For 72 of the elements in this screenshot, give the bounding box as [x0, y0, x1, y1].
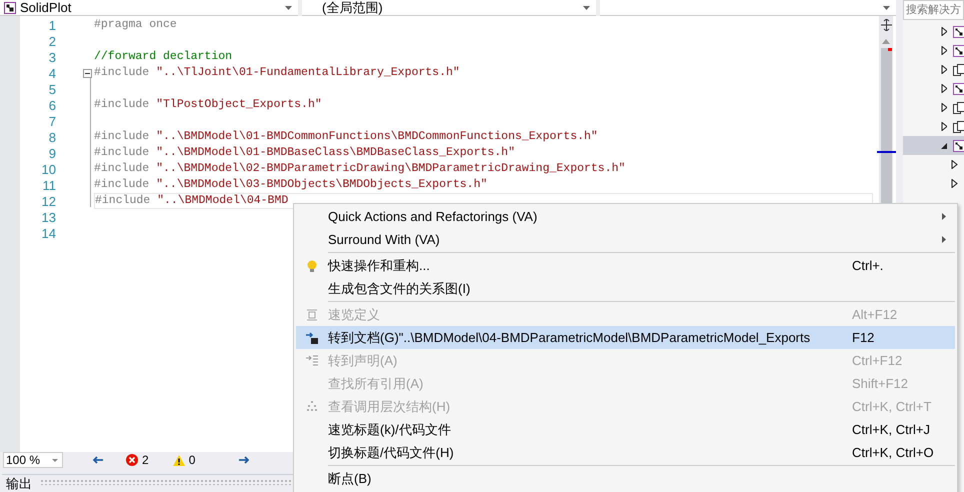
- submenu-arrow-icon: [942, 236, 946, 243]
- split-icon[interactable]: [880, 19, 892, 31]
- menu-item[interactable]: 快速操作和重构... Ctrl+.: [296, 254, 955, 277]
- code-text: #include "..\BMDModel\02-BMDParametricDrawing\BMDParametricDrawing_Exports.h": [94, 163, 626, 175]
- error-icon[interactable]: [126, 454, 138, 466]
- menu-item[interactable]: 速览标题(k)/代码文件 Ctrl+K, Ctrl+J: [296, 418, 955, 441]
- line-number: 1: [48, 18, 56, 32]
- caret-marker: [876, 151, 896, 153]
- code-text: #pragma once: [94, 19, 177, 31]
- line-number: 7: [48, 114, 56, 128]
- lightbulb-icon: [306, 260, 318, 272]
- tree-item[interactable]: [903, 136, 964, 155]
- line-number: 9: [48, 146, 56, 160]
- output-panel-title: 输出: [6, 476, 32, 492]
- line-number: 2: [48, 34, 56, 48]
- declaration-icon: [306, 354, 318, 366]
- search-field[interactable]: 搜索解决方: [903, 0, 964, 20]
- line-number: 10: [40, 162, 56, 176]
- collapsed-icon[interactable]: [951, 160, 958, 169]
- error-marker: [888, 48, 892, 51]
- peek-icon: [306, 308, 318, 320]
- dropdown-arrow-icon: [285, 6, 292, 10]
- project-dropdown[interactable]: SolidPlot: [0, 0, 298, 16]
- line-number: 12: [40, 194, 56, 208]
- code-text: #include "..\TlJoint\01-FundamentalLibrary_Exports.h": [94, 67, 460, 79]
- line-number: 8: [48, 130, 56, 144]
- code-comment: //forward declartion: [94, 51, 232, 63]
- scope-dropdown[interactable]: (全局范围): [302, 0, 596, 16]
- forward-arrow-icon[interactable]: [239, 456, 250, 464]
- menu-item[interactable]: 断点(B): [296, 467, 955, 490]
- collapse-icon[interactable]: [83, 68, 92, 78]
- goto-icon: [306, 332, 318, 344]
- code-text: #include "..\BMDModel\01-BMDBaseClass\BMDBaseClass_Exports.h": [94, 147, 515, 159]
- code-text: #include "..\BMDModel\03-BMDObjects\BMDObjects_Exports.h": [94, 179, 488, 191]
- warning-count: 0: [188, 452, 196, 469]
- collapsed-icon[interactable]: [941, 122, 948, 131]
- dropdown-arrow-icon: [583, 6, 590, 10]
- menu-item[interactable]: 生成包含文件的关系图(I): [296, 277, 955, 300]
- hierarchy-icon: [306, 400, 318, 412]
- collapsed-icon[interactable]: [941, 46, 948, 55]
- error-count: 2: [142, 452, 149, 469]
- line-number: 3: [48, 50, 56, 64]
- scope-name: (全局范围): [322, 1, 383, 14]
- code-text: #include "..\BMDModel\01-BMDCommonFunctions\BMDCommonFunctions_Exports.h": [94, 131, 598, 143]
- menu-item[interactable]: 转到文档(G)"..\BMDModel\04-BMDParametricModel\BMDParametricModel_Exports F12: [296, 326, 955, 349]
- collapsed-icon[interactable]: [941, 27, 948, 36]
- menu-item[interactable]: 切换标题/代码文件(H) Ctrl+K, Ctrl+O: [296, 441, 955, 464]
- menu-item[interactable]: Surround With (VA): [296, 228, 955, 251]
- code-text: #include "..\BMDModel\04-BMD: [95, 195, 288, 207]
- line-number: 4: [48, 66, 56, 80]
- code-text: #include "TlPostObject_Exports.h": [94, 99, 322, 111]
- collapsed-icon[interactable]: [941, 84, 948, 93]
- line-number: 14: [40, 226, 56, 240]
- line-number: 11: [42, 178, 56, 192]
- project-icon: [953, 140, 964, 152]
- project-icon: [4, 2, 16, 14]
- project-name: SolidPlot: [20, 1, 72, 14]
- back-arrow-icon[interactable]: [93, 456, 103, 464]
- line-number: 5: [48, 82, 56, 96]
- menu-item[interactable]: Quick Actions and Refactorings (VA): [296, 205, 955, 228]
- line-number: 6: [48, 98, 56, 112]
- zoom-value: 100 %: [6, 454, 40, 466]
- dropdown-arrow-icon: [883, 6, 890, 10]
- submenu-arrow-icon: [942, 213, 946, 220]
- collapsed-icon[interactable]: [951, 179, 958, 188]
- collapsed-icon[interactable]: [941, 65, 948, 74]
- dropdown-arrow-icon: [52, 458, 58, 462]
- expanded-icon[interactable]: [941, 141, 948, 150]
- line-number: 13: [40, 210, 56, 224]
- zoom-dropdown[interactable]: 100 %: [3, 452, 63, 468]
- collapsed-icon[interactable]: [941, 103, 948, 112]
- warning-icon[interactable]: [172, 454, 185, 466]
